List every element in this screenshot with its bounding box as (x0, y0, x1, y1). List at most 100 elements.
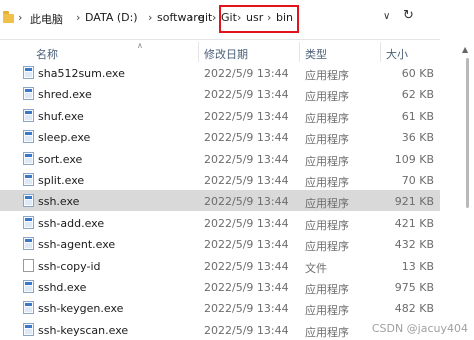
column-type[interactable]: 类型 (305, 46, 327, 62)
scrollbar-thumb[interactable] (466, 58, 469, 208)
column-name[interactable]: 名称 (36, 46, 58, 62)
breadcrumb-git[interactable]: git (198, 11, 212, 24)
chevron-right-icon[interactable]: › (76, 11, 80, 24)
file-date: 2022/5/9 13:44 (204, 302, 289, 316)
column-size[interactable]: 大小 (386, 46, 408, 62)
file-type: 应用程序 (305, 283, 349, 296)
column-header: ∧ 名称 修改日期 类型 大小 (0, 40, 440, 62)
file-type: 应用程序 (305, 325, 349, 339)
file-date: 2022/5/9 13:44 (204, 259, 289, 273)
column-divider[interactable] (198, 42, 199, 62)
exe-icon (23, 173, 34, 186)
file-row[interactable]: split.exe 2022/5/9 13:44 应用程序 70 KB (0, 169, 440, 190)
exe-icon (23, 301, 34, 315)
file-type: 应用程序 (305, 69, 349, 82)
file-row[interactable]: ssh-add.exe 2022/5/9 13:44 应用程序 421 KB (0, 212, 440, 233)
file-date: 2022/5/9 13:44 (204, 131, 289, 145)
chevron-right-icon[interactable]: › (18, 11, 22, 24)
exe-icon (23, 237, 34, 251)
file-row[interactable]: shred.exe 2022/5/9 13:44 应用程序 62 KB (0, 83, 440, 104)
file-name[interactable]: shuf.exe (38, 110, 84, 123)
file-size: 975 KB (394, 281, 434, 294)
file-name[interactable]: sort.exe (38, 153, 82, 166)
scroll-up-arrow-icon[interactable]: ▲ (462, 45, 468, 54)
file-type: 应用程序 (305, 154, 349, 168)
file-size: 61 KB (401, 109, 434, 123)
breadcrumb-this-pc[interactable]: 此电脑 (30, 11, 63, 27)
file-date: 2022/5/9 13:44 (204, 88, 289, 102)
exe-icon (23, 151, 34, 165)
file-row[interactable]: sleep.exe 2022/5/9 13:44 应用程序 36 KB (0, 126, 440, 147)
file-size: 36 KB (401, 131, 434, 145)
file-row[interactable]: sort.exe 2022/5/9 13:44 应用程序 109 KB (0, 148, 440, 169)
watermark: CSDN @jacuy404 (371, 322, 468, 335)
file-date: 2022/5/9 13:44 (204, 195, 289, 209)
folder-icon (3, 11, 14, 23)
exe-icon (23, 215, 34, 229)
exe-icon (23, 194, 34, 208)
file-type: 应用程序 (305, 111, 349, 125)
file-name[interactable]: ssh-keygen.exe (38, 302, 123, 315)
file-name[interactable]: sshd.exe (38, 281, 86, 294)
file-row[interactable]: sha512sum.exe 2022/5/9 13:44 应用程序 60 KB (0, 62, 440, 83)
column-divider[interactable] (299, 42, 300, 62)
file-size: 60 KB (401, 67, 434, 80)
file-name[interactable]: ssh.exe (38, 195, 79, 208)
file-size: 432 KB (394, 238, 434, 252)
chevron-down-icon[interactable]: ∨ (383, 11, 390, 22)
exe-icon (23, 280, 34, 293)
refresh-icon[interactable]: ↻ (403, 8, 414, 23)
sort-arrow-icon: ∧ (137, 41, 143, 50)
file-icon (23, 258, 34, 272)
file-type: 应用程序 (305, 176, 349, 189)
file-date: 2022/5/9 13:44 (204, 109, 289, 123)
file-row[interactable]: ssh-agent.exe 2022/5/9 13:44 应用程序 432 KB (0, 233, 440, 254)
file-name[interactable]: ssh-copy-id (38, 260, 101, 273)
file-row[interactable]: sshd.exe 2022/5/9 13:44 应用程序 975 KB (0, 276, 440, 297)
highlight-annotation-box (219, 5, 299, 33)
file-size: 13 KB (401, 259, 434, 273)
address-bar[interactable]: › 此电脑 › DATA (D:) › software › git › Git… (0, 0, 474, 40)
breadcrumb-data-drive[interactable]: DATA (D:) (85, 11, 138, 24)
exe-icon (23, 322, 34, 336)
file-size: 109 KB (394, 152, 434, 166)
file-size: 70 KB (401, 174, 434, 187)
file-row[interactable]: ssh-copy-id 2022/5/9 13:44 文件 13 KB (0, 255, 440, 276)
chevron-right-icon[interactable]: › (212, 11, 216, 24)
file-type: 文件 (305, 261, 327, 275)
file-name[interactable]: sleep.exe (38, 131, 90, 144)
file-row[interactable]: ssh.exe 2022/5/9 13:44 应用程序 921 KB (0, 190, 440, 212)
chevron-right-icon[interactable]: › (189, 11, 193, 24)
exe-icon (23, 130, 34, 144)
file-name[interactable]: sha512sum.exe (38, 67, 125, 80)
file-type: 应用程序 (305, 240, 349, 254)
file-date: 2022/5/9 13:44 (204, 238, 289, 252)
chevron-right-icon[interactable]: › (148, 11, 152, 24)
file-type: 应用程序 (305, 133, 349, 147)
file-size: 421 KB (394, 216, 434, 230)
file-date: 2022/5/9 13:44 (204, 216, 289, 230)
file-date: 2022/5/9 13:44 (204, 323, 289, 337)
file-date: 2022/5/9 13:44 (204, 281, 289, 294)
file-type: 应用程序 (305, 197, 349, 211)
file-row[interactable]: shuf.exe 2022/5/9 13:44 应用程序 61 KB (0, 105, 440, 126)
file-row[interactable]: ssh-keygen.exe 2022/5/9 13:44 应用程序 482 KB (0, 297, 440, 318)
file-type: 应用程序 (305, 90, 349, 104)
exe-icon (23, 87, 34, 101)
file-date: 2022/5/9 13:44 (204, 152, 289, 166)
file-type: 应用程序 (305, 218, 349, 232)
file-name[interactable]: ssh-agent.exe (38, 238, 115, 251)
exe-icon (23, 108, 34, 122)
file-name[interactable]: split.exe (38, 174, 84, 187)
file-size: 482 KB (394, 302, 434, 316)
column-date-modified[interactable]: 修改日期 (204, 46, 248, 62)
file-name[interactable]: shred.exe (38, 88, 92, 101)
exe-icon (23, 66, 34, 79)
column-divider[interactable] (380, 42, 381, 62)
file-date: 2022/5/9 13:44 (204, 67, 289, 80)
file-type: 应用程序 (305, 304, 349, 318)
file-date: 2022/5/9 13:44 (204, 174, 289, 187)
file-name[interactable]: ssh-add.exe (38, 217, 104, 230)
file-name[interactable]: ssh-keyscan.exe (38, 324, 128, 337)
file-size: 62 KB (401, 88, 434, 102)
